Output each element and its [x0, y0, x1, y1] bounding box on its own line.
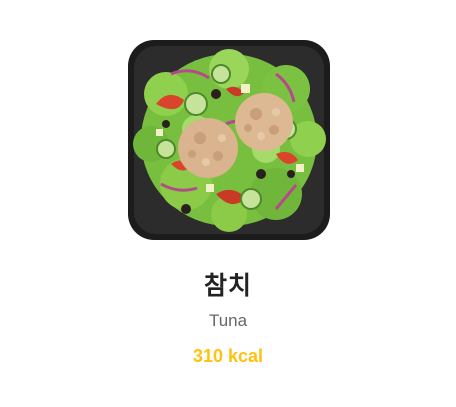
product-name-korean: 참치: [203, 271, 252, 300]
product-calories: 310 kcal: [192, 346, 264, 366]
menu-item-card[interactable]: 참치 Tuna 310 kcal: [0, 0, 456, 407]
tuna-salad-bowl-image: [128, 40, 330, 240]
product-name-english: Tuna: [208, 311, 248, 330]
